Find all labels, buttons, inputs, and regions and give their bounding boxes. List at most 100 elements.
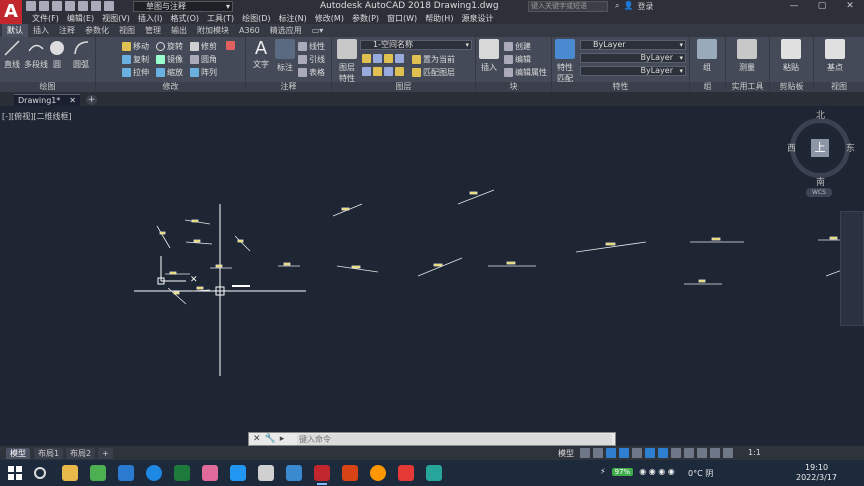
command-input[interactable] — [297, 434, 612, 445]
trim-button[interactable]: 修剪 — [190, 41, 217, 52]
dimension-15[interactable] — [575, 241, 647, 253]
menu-format[interactable]: 格式(O) — [166, 13, 203, 24]
stretch-button[interactable]: 拉伸 — [122, 67, 149, 78]
navigation-bar[interactable] — [840, 211, 864, 326]
dimension-13[interactable] — [417, 257, 463, 277]
viewcube-north[interactable]: 北 — [816, 108, 825, 121]
tray-app-icons[interactable]: ◉ ◉ ◉ ◉ — [639, 467, 675, 476]
menu-view[interactable]: 视图(V) — [98, 13, 134, 24]
search-icon[interactable]: ⌕ — [615, 1, 619, 12]
object-snap-icon[interactable] — [658, 448, 668, 458]
color-select[interactable]: ByLayer — [580, 40, 686, 50]
tab-output[interactable]: 输出 — [166, 24, 192, 37]
new-tab-button[interactable]: + — [86, 95, 97, 105]
viewcube-south[interactable]: 南 — [816, 175, 825, 188]
new-icon[interactable] — [26, 1, 36, 11]
panel-title-block[interactable]: 块 — [476, 82, 551, 92]
lineweight-select[interactable]: ByLayer — [580, 66, 686, 76]
wps-icon[interactable] — [398, 465, 414, 481]
menu-help[interactable]: 帮助(H) — [421, 13, 457, 24]
viewcube-west[interactable]: 西 — [787, 141, 796, 154]
clock[interactable]: 19:10 2022/3/17 — [796, 463, 837, 483]
file-explorer-icon[interactable] — [62, 465, 78, 481]
viewcube-east[interactable]: 东 — [846, 141, 855, 154]
isodraft-icon[interactable] — [632, 448, 642, 458]
tab-annotate[interactable]: 注释 — [54, 24, 80, 37]
app-icon-teal[interactable] — [426, 465, 442, 481]
annotation-visibility-icon[interactable] — [710, 448, 720, 458]
workspace-select[interactable]: 草图与注释 — [133, 1, 233, 12]
panel-title-annotation[interactable]: 注释 — [246, 82, 331, 92]
edit-block-button[interactable]: 编辑 — [504, 54, 531, 65]
excel-icon[interactable] — [174, 465, 190, 481]
dimension-button[interactable]: 标注 — [274, 39, 296, 73]
erase-button[interactable] — [226, 41, 235, 50]
menu-tools[interactable]: 工具(T) — [203, 13, 238, 24]
minimize-button[interactable]: — — [780, 0, 808, 13]
dimension-16[interactable] — [690, 237, 744, 243]
dimension-7[interactable] — [167, 287, 187, 305]
tab-default[interactable]: 默认 — [2, 24, 28, 37]
tab-featured[interactable]: 精选应用 — [265, 24, 307, 37]
menu-dimension[interactable]: 标注(N) — [275, 13, 311, 24]
base-point-button[interactable]: 基点 — [818, 39, 852, 73]
power-icon[interactable]: ⚡ — [600, 467, 606, 476]
panel-title-modify[interactable]: 修改 — [96, 82, 245, 92]
tab-manage[interactable]: 管理 — [140, 24, 166, 37]
menu-edit[interactable]: 编辑(E) — [63, 13, 98, 24]
autocad-taskbar-icon[interactable] — [314, 465, 330, 485]
array-button[interactable]: 阵列 — [190, 67, 217, 78]
dimension-6[interactable] — [165, 271, 190, 275]
maximize-button[interactable]: ▢ — [808, 0, 836, 13]
grid-icon[interactable] — [580, 448, 590, 458]
polar-icon[interactable] — [619, 448, 629, 458]
insert-block-button[interactable]: 插入 — [478, 39, 500, 73]
annotation-scale[interactable]: 1:1 — [748, 448, 761, 457]
app-menu-button[interactable]: A — [0, 0, 22, 24]
move-button[interactable]: 移动 — [122, 41, 149, 52]
measure-button[interactable]: 测量 — [730, 39, 764, 73]
tab-a360[interactable]: A360 — [234, 24, 265, 37]
close-command-icon[interactable]: ✕ — [253, 434, 261, 444]
panel-title-draw[interactable]: 绘图 — [0, 82, 95, 92]
tab-addins[interactable]: 附加模块 — [192, 24, 234, 37]
panel-title-clipboard[interactable]: 剪贴板 — [770, 82, 813, 92]
selection-cycling-icon[interactable] — [697, 448, 707, 458]
dimension-9[interactable] — [278, 262, 300, 267]
linear-button[interactable]: 线性 — [298, 41, 325, 52]
wechat-icon[interactable] — [90, 465, 106, 481]
auto-scale-icon[interactable] — [723, 448, 733, 458]
save-as-icon[interactable] — [65, 1, 75, 11]
user-icon[interactable]: 👤 — [623, 1, 633, 12]
battery-indicator[interactable]: 97% — [611, 467, 634, 476]
file-tab-drawing1[interactable]: Drawing1* ✕ — [14, 94, 80, 106]
dimension-14[interactable] — [488, 261, 536, 267]
viewcube[interactable]: 上 北 南 东 西 — [787, 111, 855, 188]
add-layout-button[interactable]: + — [98, 448, 113, 459]
dimension-4[interactable] — [234, 235, 251, 252]
tab-insert[interactable]: 插入 — [28, 24, 54, 37]
line-button[interactable]: 直线 — [2, 39, 22, 70]
edge-icon[interactable] — [146, 465, 162, 481]
windows-start-icon[interactable] — [8, 466, 22, 480]
text-button[interactable]: A 文字 — [250, 39, 272, 70]
dimension-11[interactable] — [336, 265, 379, 273]
fillet-button[interactable]: 圆角 — [190, 54, 217, 65]
scale-button[interactable]: 缩放 — [156, 67, 183, 78]
app-icon-azure[interactable] — [286, 465, 302, 481]
match-layer-button[interactable]: 匹配图层 — [412, 67, 455, 78]
table-button[interactable]: 表格 — [298, 67, 325, 78]
ribbon-toggle-icon[interactable]: ▭▾ — [307, 24, 329, 37]
ortho-icon[interactable] — [606, 448, 616, 458]
leader-button[interactable]: 引线 — [298, 54, 325, 65]
match-properties-button[interactable]: 特性匹配 — [554, 39, 576, 84]
panel-title-utilities[interactable]: 实用工具 — [726, 82, 769, 92]
layer-properties-button[interactable]: 图层特性 — [336, 39, 358, 84]
model-space-toggle[interactable]: 模型 — [558, 448, 574, 459]
edit-attributes-button[interactable]: 编辑属性 — [504, 67, 547, 78]
linetype-select[interactable]: ByLayer — [580, 53, 686, 63]
dimension-17[interactable] — [684, 279, 722, 285]
dimension-5[interactable] — [210, 264, 232, 269]
recent-commands-icon[interactable]: ▸ — [280, 434, 285, 444]
layer-tools-row2[interactable] — [362, 67, 404, 76]
